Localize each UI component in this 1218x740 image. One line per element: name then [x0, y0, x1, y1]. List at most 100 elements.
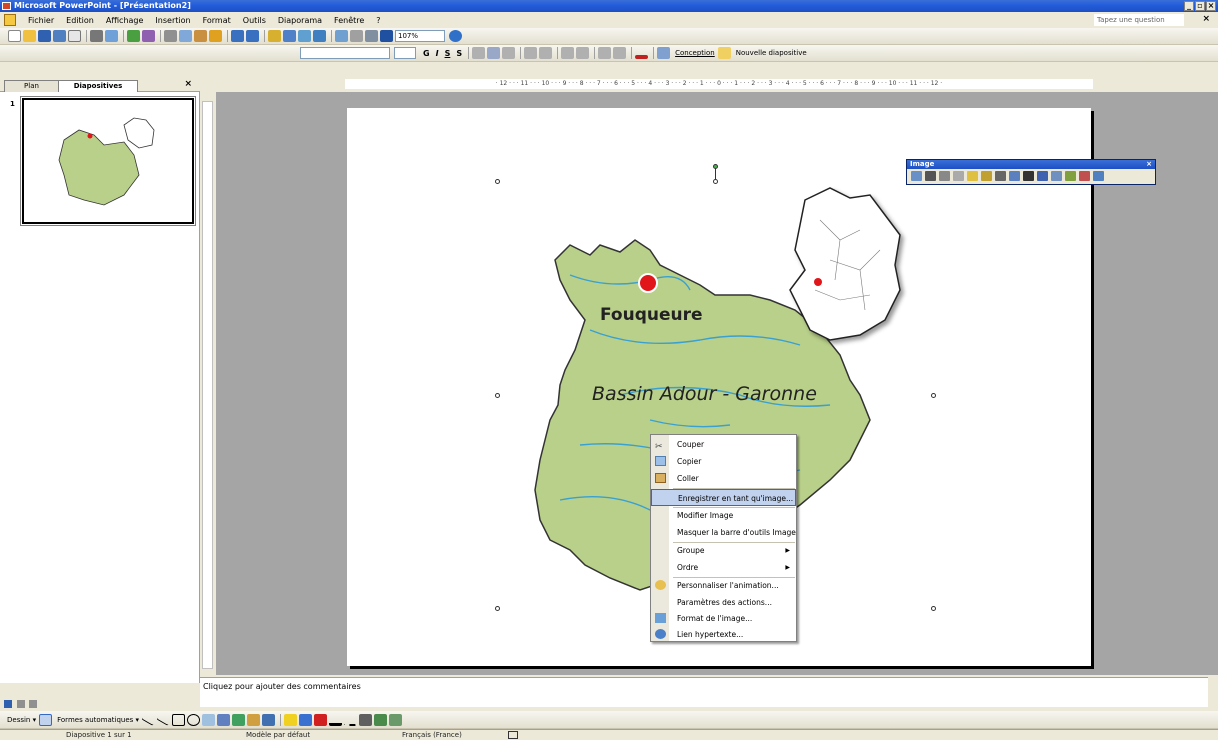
new-slide-button[interactable]: Nouvelle diapositive: [736, 49, 807, 57]
menu-item-couper[interactable]: ✂ Couper: [651, 436, 796, 453]
undo-icon[interactable]: [231, 30, 244, 42]
new-slide-icon[interactable]: [717, 47, 731, 59]
font-color-icon[interactable]: [635, 55, 649, 59]
more-brightness-icon[interactable]: [967, 171, 978, 181]
menu-fenetre[interactable]: Fenêtre: [334, 16, 364, 25]
resize-handle[interactable]: [495, 606, 500, 611]
align-right-icon[interactable]: [502, 47, 516, 59]
menu-item-animation[interactable]: Personnaliser l'animation...: [651, 577, 796, 594]
research-icon[interactable]: [142, 30, 155, 42]
line-style-icon[interactable]: [1023, 171, 1034, 181]
line-color-icon[interactable]: [299, 713, 313, 726]
bullets-icon[interactable]: [539, 47, 553, 59]
menu-item-coller[interactable]: Coller: [651, 470, 796, 487]
normal-view-icon[interactable]: [4, 700, 12, 708]
print-preview-icon[interactable]: [105, 30, 118, 42]
autoshapes-button[interactable]: Formes automatiques ▾: [57, 716, 139, 724]
show-grid-icon[interactable]: [365, 30, 378, 42]
insert-chart-icon[interactable]: [268, 30, 281, 42]
menu-item-groupe[interactable]: Groupe ▶: [651, 542, 796, 559]
cut-icon[interactable]: [164, 30, 177, 42]
menu-edition[interactable]: Edition: [66, 16, 94, 25]
resize-handle[interactable]: [495, 393, 500, 398]
resize-handle[interactable]: [931, 606, 936, 611]
draw-menu-button[interactable]: Dessin ▾: [7, 716, 36, 724]
redo-icon[interactable]: [246, 30, 259, 42]
3d-style-icon[interactable]: [389, 713, 403, 726]
paste-toolbar-icon[interactable]: [194, 30, 207, 42]
sorter-view-icon[interactable]: [16, 700, 25, 708]
slide-thumbnail[interactable]: [20, 96, 196, 226]
new-icon[interactable]: [8, 30, 21, 42]
open-icon[interactable]: [23, 30, 36, 42]
minimize-button[interactable]: _: [1184, 1, 1194, 11]
line-icon[interactable]: [141, 713, 156, 726]
show-formatting-icon[interactable]: [350, 30, 363, 42]
rotate-handle[interactable]: [713, 164, 718, 169]
reset-picture-icon[interactable]: [1093, 171, 1104, 181]
decrease-indent-icon[interactable]: [598, 47, 612, 59]
italic-button[interactable]: I: [436, 49, 439, 58]
save-icon[interactable]: [38, 30, 51, 42]
menu-item-format-image[interactable]: Format de l'image...: [651, 610, 796, 627]
expand-all-icon[interactable]: [335, 30, 348, 42]
menu-item-actions[interactable]: Paramètres des actions...: [651, 594, 796, 611]
spelling-status-icon[interactable]: [508, 731, 518, 739]
document-close-icon[interactable]: ×: [1202, 14, 1210, 24]
color-icon[interactable]: [925, 171, 936, 181]
menu-affichage[interactable]: Affichage: [106, 16, 144, 25]
format-painter-icon[interactable]: [209, 30, 222, 42]
set-transparent-icon[interactable]: [1079, 171, 1090, 181]
permission-icon[interactable]: [53, 30, 66, 42]
resize-handle[interactable]: [713, 179, 718, 184]
image-toolbar-close-icon[interactable]: ×: [1146, 160, 1152, 169]
font-select[interactable]: [300, 47, 390, 59]
slideshow-view-icon[interactable]: [29, 700, 38, 708]
notes-pane[interactable]: Cliquez pour ajouter des commentaires: [200, 677, 1208, 707]
help-icon[interactable]: [449, 30, 462, 42]
rectangle-icon[interactable]: [172, 713, 186, 726]
compress-icon[interactable]: [1037, 171, 1048, 181]
menu-item-copier[interactable]: Copier: [651, 453, 796, 470]
crop-icon[interactable]: [995, 171, 1006, 181]
shadow-button[interactable]: S: [456, 49, 462, 58]
menu-item-ordre[interactable]: Ordre ▶: [651, 559, 796, 576]
menu-insertion[interactable]: Insertion: [155, 16, 190, 25]
align-center-icon[interactable]: [487, 47, 501, 59]
pane-close-icon[interactable]: ×: [184, 79, 192, 89]
spelling-icon[interactable]: [127, 30, 140, 42]
decrease-font-icon[interactable]: [576, 47, 590, 59]
menu-item-save-as-image[interactable]: Enregistrer en tant qu'image...: [651, 489, 796, 506]
font-size-select[interactable]: [394, 47, 416, 59]
format-picture-icon[interactable]: [1065, 171, 1076, 181]
menu-item-hyperlink[interactable]: Lien hypertexte...: [651, 626, 796, 643]
design-button[interactable]: Conception: [675, 49, 715, 57]
tab-diapositives[interactable]: Diapositives: [58, 80, 138, 92]
menu-diaporama[interactable]: Diaporama: [278, 16, 322, 25]
hyperlink-toolbar-icon[interactable]: [313, 30, 326, 42]
clipart-icon[interactable]: [247, 713, 261, 726]
picture-icon[interactable]: [262, 713, 276, 726]
menu-help[interactable]: ?: [376, 16, 380, 25]
select-objects-icon[interactable]: [39, 713, 53, 726]
close-button[interactable]: ×: [1206, 1, 1216, 11]
less-contrast-icon[interactable]: [953, 171, 964, 181]
email-icon[interactable]: [68, 30, 81, 42]
line-style-draw-icon[interactable]: [329, 714, 343, 726]
restore-button[interactable]: ▫: [1195, 1, 1205, 11]
document-icon[interactable]: [4, 14, 16, 26]
align-left-icon[interactable]: [472, 47, 486, 59]
design-icon[interactable]: [657, 47, 671, 59]
tab-plan[interactable]: Plan: [4, 80, 59, 92]
copy-toolbar-icon[interactable]: [179, 30, 192, 42]
font-color-draw-icon[interactable]: [314, 713, 328, 726]
image-toolbar[interactable]: Image ×: [906, 159, 1156, 185]
more-contrast-icon[interactable]: [939, 171, 950, 181]
recolor-icon[interactable]: [1051, 171, 1062, 181]
tables-borders-icon[interactable]: [298, 30, 311, 42]
arrow-style-icon[interactable]: [359, 713, 373, 726]
fill-color-icon[interactable]: [284, 713, 298, 726]
arrow-icon[interactable]: [156, 713, 171, 726]
question-input[interactable]: Tapez une question: [1094, 14, 1184, 26]
bold-button[interactable]: G: [423, 49, 430, 58]
